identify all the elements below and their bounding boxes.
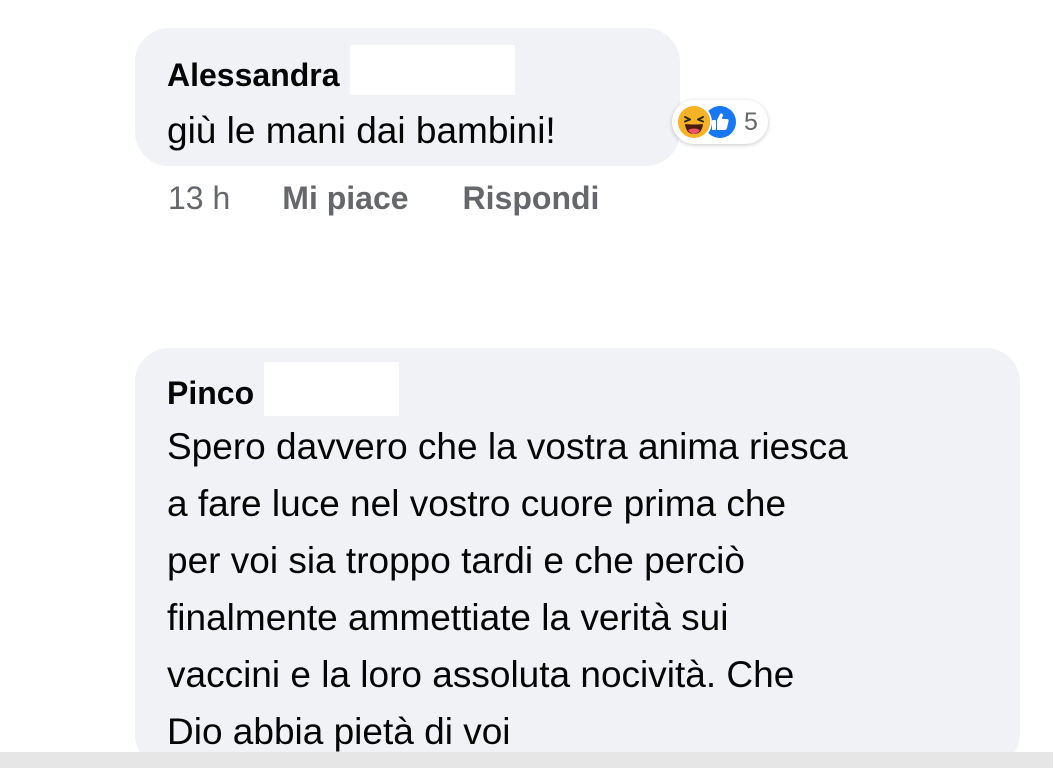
comment-text: giù le mani dai bambini!: [167, 102, 648, 159]
reaction-count: 5: [744, 107, 758, 136]
comment-text-line: giù le mani dai bambini!: [167, 110, 556, 151]
comment-timestamp[interactable]: 13 h: [168, 178, 230, 218]
comment-author[interactable]: Alessandra: [167, 55, 340, 95]
redacted-surname: [264, 362, 400, 416]
comment-author[interactable]: Pinco: [167, 373, 254, 413]
reply-button[interactable]: Rispondi: [463, 178, 600, 218]
comment-text-line: per voi sia troppo tardi e che perciò: [167, 540, 745, 581]
comment-text-line: a fare luce nel vostro cuore prima che: [167, 483, 787, 524]
comment-bubble-pinco: Pinco Spero davvero che la vostra anima …: [135, 348, 1020, 768]
bottom-divider: [0, 752, 1053, 768]
haha-icon: [676, 104, 712, 140]
comment-text: Spero davvero che la vostra anima riesca…: [167, 418, 997, 760]
comment-bubble-alessandra: Alessandra giù le mani dai bambini!: [135, 28, 680, 166]
reactions-summary[interactable]: 5: [672, 100, 768, 144]
comment-header: Pinco: [167, 362, 988, 418]
comment-actions: 13 h Mi piace Rispondi: [168, 178, 653, 218]
redacted-surname: [349, 45, 515, 95]
comment-text-line: Spero davvero che la vostra anima riesca: [167, 426, 848, 467]
comment-text-line: finalmente ammettiate la verità sui: [167, 597, 729, 638]
comment-text-line: vaccini e la loro assoluta nocività. Che: [167, 654, 795, 695]
like-button[interactable]: Mi piace: [282, 178, 408, 218]
comment-header: Alessandra: [167, 45, 648, 100]
